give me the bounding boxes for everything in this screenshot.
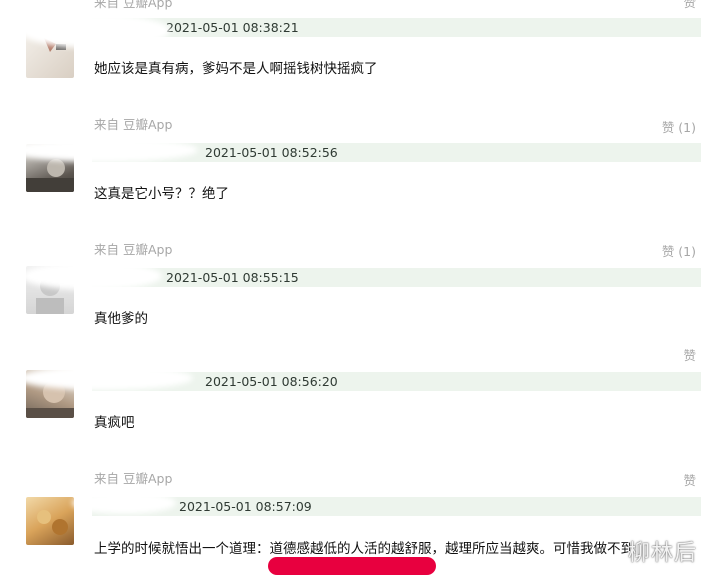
- source-label: 来自 豆瓣App: [94, 0, 173, 10]
- avatar[interactable]: [26, 497, 74, 545]
- privacy-redaction: [20, 14, 170, 48]
- source-label: 来自 豆瓣App: [94, 242, 173, 257]
- privacy-redaction: [8, 138, 198, 162]
- comment-timestamp: 2021-05-01 08:38:21: [166, 20, 299, 35]
- avatar-image-icon: [37, 510, 68, 535]
- privacy-redaction: [18, 366, 193, 390]
- like-button[interactable]: 赞: [683, 0, 696, 11]
- highlight-mark: [268, 557, 436, 575]
- comment-text: 真他爹的: [94, 311, 148, 327]
- watermark: 柳林后: [627, 541, 697, 566]
- comment-text: 真疯吧: [94, 415, 135, 431]
- privacy-redaction: [72, 492, 176, 514]
- comment-text: 她应该是真有病，爹妈不是人啊摇钱树快摇疯了: [94, 61, 378, 77]
- comment-timestamp: 2021-05-01 08:55:15: [166, 270, 299, 285]
- source-label: 来自 豆瓣App: [94, 117, 173, 132]
- comment-text: 这真是它小号？？绝了: [94, 186, 229, 202]
- like-button[interactable]: 赞 (1): [662, 117, 696, 136]
- like-button[interactable]: 赞: [683, 345, 696, 364]
- like-button[interactable]: 赞: [683, 470, 696, 489]
- source-label: 来自 豆瓣App: [94, 471, 173, 486]
- comment-text: 上学的时候就悟出一个道理：道德感越低的人活的越舒服，越理所应当越爽。可惜我做不到: [94, 541, 634, 557]
- comment-timestamp: 2021-05-01 08:52:56: [205, 145, 338, 160]
- comment-timestamp: 2021-05-01 08:57:09: [179, 499, 312, 514]
- comment-timestamp: 2021-05-01 08:56:20: [205, 374, 338, 389]
- privacy-redaction: [22, 262, 162, 290]
- like-button[interactable]: 赞 (1): [662, 241, 696, 260]
